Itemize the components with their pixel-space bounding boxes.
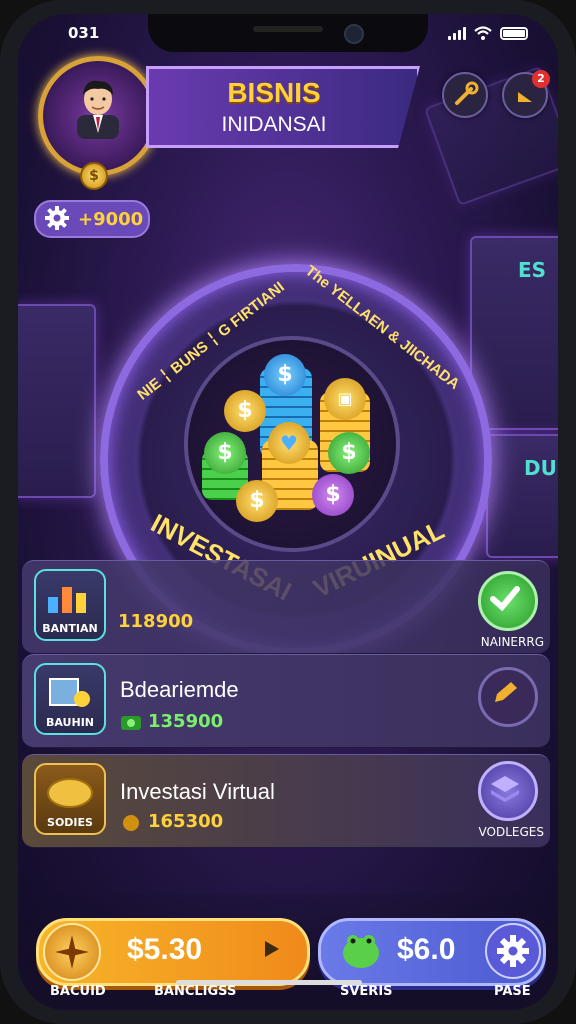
notification-button[interactable]: 2: [502, 70, 550, 118]
avatar-coin-icon: $: [80, 162, 108, 190]
row-icon-label: SODIES: [47, 816, 93, 829]
gold-bar-icon: [47, 778, 93, 808]
bottom-bar: $5.30 $6.0 BACUID BANCLIGSS SVERIS PASE: [18, 894, 558, 1010]
title-line-2: INIDANSAI: [221, 113, 327, 136]
notification-badge: 2: [532, 70, 550, 88]
camera-icon: [344, 24, 364, 44]
signal-icon: [448, 26, 466, 40]
cash-icon: [121, 716, 141, 730]
layers-button[interactable]: [478, 761, 538, 821]
building-sign: DU: [524, 456, 557, 480]
left-price: $5.30: [127, 933, 203, 966]
list-item[interactable]: BANTIAN 118900 NAINERRG: [22, 560, 550, 654]
list-item[interactable]: SODIES Investasi Virtual 165300 VODLEGES: [22, 754, 550, 848]
pencil-icon: [495, 682, 517, 702]
tool-button[interactable]: [442, 72, 488, 118]
pet-button[interactable]: $6.0: [318, 918, 546, 986]
coin-green-icon: $: [204, 432, 246, 474]
row-icon-label: BANTIAN: [42, 622, 98, 635]
battery-icon: [500, 26, 528, 40]
frog-icon: [343, 935, 379, 968]
list-item[interactable]: BAUHIN Bdeariemde 135900: [22, 654, 550, 748]
building-sign: ES: [518, 258, 547, 282]
background-building: DU: [486, 434, 558, 558]
row-icon-label: BAUHIN: [46, 716, 94, 729]
row-action-label: VODLEGES: [478, 825, 544, 839]
coins-icon: [123, 815, 139, 831]
wifi-icon: [474, 26, 492, 40]
heart-coin-icon: ♥: [268, 422, 310, 464]
compass-icon: [55, 935, 89, 969]
row-action-label: NAINERRG: [480, 635, 544, 649]
coin-gold-icon: $: [224, 390, 266, 432]
layers-icon: [491, 776, 519, 802]
phone-notch: [148, 14, 428, 52]
crate-icon: [49, 678, 90, 707]
bar-chart-icon: [48, 587, 86, 613]
row-value: 118900: [118, 611, 194, 632]
coin-gold-icon: $: [236, 480, 278, 522]
confirm-button[interactable]: [478, 571, 538, 631]
coin-blue-icon: $: [264, 354, 306, 396]
speaker: [253, 26, 323, 32]
coin-purple-icon: $: [312, 474, 354, 516]
coin-green-icon: $: [328, 432, 370, 474]
bottom-label: BACUID: [50, 984, 106, 999]
bottom-label: BANCLIGSS: [154, 984, 237, 999]
shop-coin-icon: ▣: [324, 378, 366, 420]
row-value: 135900: [148, 711, 224, 732]
businessman-avatar-icon: [77, 80, 119, 139]
currency-value: +9000: [78, 209, 144, 230]
settings-button[interactable]: [485, 923, 541, 979]
game-screen: ES DU 031 $ BISNIS INIDANSAI 2 +9000 NIE…: [18, 14, 558, 1010]
player-avatar[interactable]: [38, 56, 158, 176]
wheel-center: $ $ $ ♥ ▣ $ $ $: [184, 336, 400, 552]
gear-icon: [497, 935, 529, 967]
background-building: [18, 304, 96, 498]
row-icon: SODIES: [34, 763, 106, 835]
bottom-label: PASE: [494, 984, 531, 999]
row-value: 165300: [148, 811, 224, 832]
compass-badge: [43, 923, 101, 981]
title-line-1: BISNIS: [227, 77, 321, 108]
check-icon: [490, 586, 520, 612]
wrench-icon: [455, 81, 479, 105]
status-time: 031: [68, 24, 100, 42]
home-indicator[interactable]: [176, 980, 362, 985]
play-icon: [265, 941, 279, 957]
phone-frame: ES DU 031 $ BISNIS INIDANSAI 2 +9000 NIE…: [0, 0, 576, 1024]
right-price: $6.0: [397, 933, 456, 966]
edit-button[interactable]: [478, 667, 538, 727]
row-title: Bdeariemde: [120, 677, 239, 702]
gear-icon: [45, 206, 69, 230]
title-banner: BISNIS INIDANSAI: [146, 66, 420, 148]
row-icon: BANTIAN: [34, 569, 106, 641]
row-title: Investasi Virtual: [120, 779, 275, 804]
bottom-label: SVERIS: [340, 984, 393, 999]
row-icon: BAUHIN: [34, 663, 106, 735]
buy-button[interactable]: $5.30: [36, 918, 310, 986]
currency-pill[interactable]: +9000: [34, 200, 150, 238]
status-icons: [448, 26, 528, 40]
